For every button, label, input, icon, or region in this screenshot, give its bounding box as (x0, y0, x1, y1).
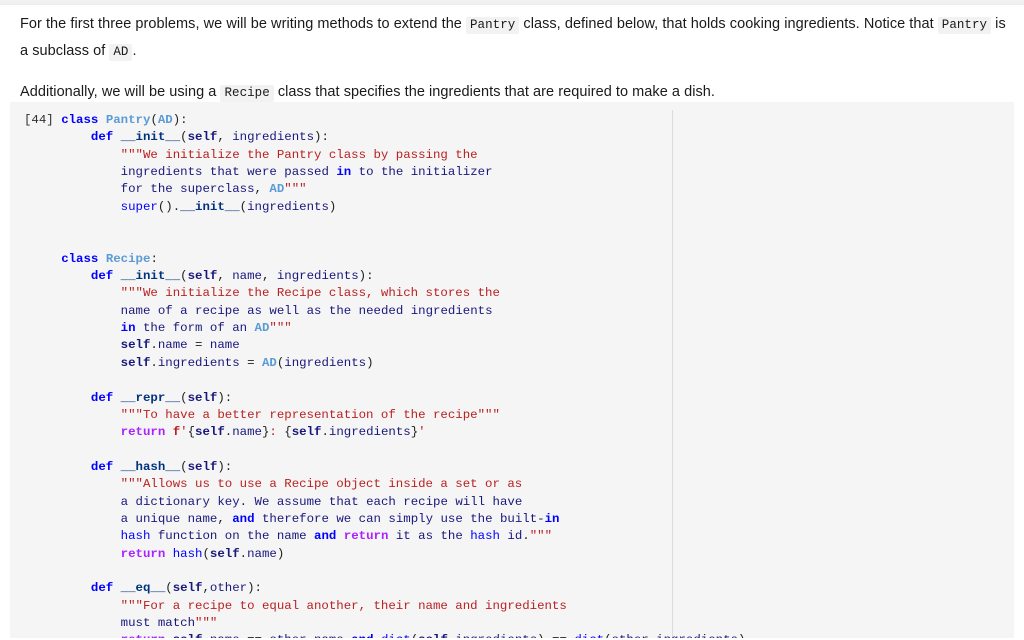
code-cell-inner[interactable]: [44] class Pantry(AD): def __init__(self… (10, 102, 1014, 638)
prose-text: . (132, 43, 137, 59)
prose-text: Additionally, we will be using a (20, 84, 221, 100)
inline-code-pantry-1: Pantry (466, 17, 520, 34)
prose-text: For the first three problems, we will be… (20, 16, 466, 32)
code-cell[interactable]: [44] class Pantry(AD): def __init__(self… (10, 102, 1014, 638)
inline-code-recipe: Recipe (220, 85, 274, 102)
prose-paragraph-1: For the first three problems, we will be… (20, 11, 1006, 65)
inline-code-ad: AD (109, 44, 133, 61)
inline-code-pantry-2: Pantry (937, 17, 992, 34)
prose-text: class, defined below, that holds cooking… (519, 16, 938, 32)
notebook-page: For the first three problems, we will be… (0, 0, 1024, 640)
code-editor-source[interactable]: [44] class Pantry(AD): def __init__(self… (10, 112, 1014, 638)
markdown-block: For the first three problems, we will be… (0, 5, 1024, 106)
prose-text: class that specifies the ingredients tha… (273, 84, 715, 100)
